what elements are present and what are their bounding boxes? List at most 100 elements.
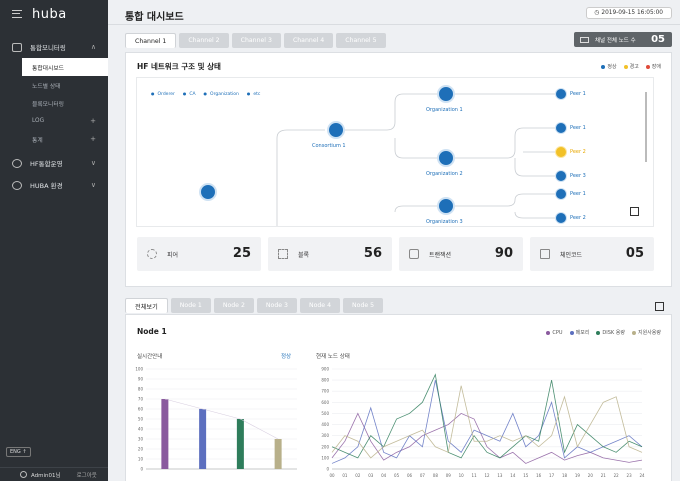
tab-channel-5[interactable]: Channel 5 xyxy=(336,33,386,48)
consortium-node[interactable] xyxy=(327,121,345,139)
language-selector[interactable]: ENG ↑ xyxy=(6,447,31,457)
sidebar-item-label: 통계 xyxy=(32,137,43,144)
tab-node-3[interactable]: Node 3 xyxy=(256,298,297,313)
bar xyxy=(236,419,244,469)
sidebar-item-dashboard[interactable]: 통합대시보드 xyxy=(22,58,108,76)
sidebar-item-log[interactable]: LOG + xyxy=(0,112,108,130)
main-content: 통합 대시보드 ◷ 2019-09-15 16:05:00 Channel 1 … xyxy=(108,0,680,481)
logout-button[interactable]: 로그아웃 xyxy=(77,471,97,479)
network-diagram[interactable]: Orderer CA Organization etc xyxy=(136,77,654,227)
user-bar: Admin01님 로그아웃 xyxy=(0,467,108,481)
legend-label: 메모리 xyxy=(575,330,590,336)
stat-card-block: 블록 56 xyxy=(268,237,392,271)
tab-channel-4[interactable]: Channel 4 xyxy=(283,33,334,48)
x-tick-label: 22 xyxy=(614,473,620,478)
y-tick-label: 40 xyxy=(138,427,144,432)
y-tick-label: 50 xyxy=(138,417,144,422)
x-tick-label: 19 xyxy=(575,473,581,478)
stat-card-transaction: 트랜잭션 90 xyxy=(399,237,523,271)
peer-node[interactable] xyxy=(555,122,567,134)
sidebar-group-label: HUBA 환경 xyxy=(30,182,63,190)
legend-item: 메모리 xyxy=(569,329,590,336)
organization-node[interactable] xyxy=(437,149,455,167)
node-card: Node 1 CPU 메모리 DISK 용량 지원사용량 실시간안내 정상 현재 노드… xyxy=(125,314,672,481)
hamburger-menu-icon[interactable] xyxy=(12,10,22,18)
organization-node[interactable] xyxy=(437,197,455,215)
y-tick-label: 300 xyxy=(321,433,329,438)
expand-plus-icon[interactable]: + xyxy=(90,117,96,125)
expand-plus-icon[interactable]: + xyxy=(90,135,96,143)
peer-node[interactable] xyxy=(555,212,567,224)
page-title: 통합 대시보드 xyxy=(125,12,184,23)
sidebar-group-huba-env[interactable]: HUBA 환경 ∨ xyxy=(0,174,108,196)
legend-swatch xyxy=(569,330,574,335)
bar xyxy=(161,399,169,469)
y-tick-label: 800 xyxy=(321,378,329,383)
gear-icon xyxy=(12,180,22,190)
sidebar-item-label: 블록모니터링 xyxy=(32,101,64,108)
x-tick-label: 10 xyxy=(459,473,465,478)
x-tick-label: 12 xyxy=(484,473,490,478)
legend-normal: 정상 xyxy=(601,63,617,70)
peer-label: Peer 1 xyxy=(570,125,586,131)
y-tick-label: 10 xyxy=(138,457,144,462)
peer-node[interactable] xyxy=(555,170,567,182)
tab-all-nodes[interactable]: 전체보기 xyxy=(125,298,168,313)
peer-node-warning[interactable] xyxy=(555,146,567,158)
fit-screen-icon[interactable] xyxy=(630,207,639,216)
current-status-label: 현재 노드 상태 xyxy=(316,354,350,360)
sidebar-group-hf-operation[interactable]: HF통합운영 ∨ xyxy=(0,152,108,174)
chevron-up-icon: ∧ xyxy=(90,43,96,51)
sidebar-item-node-status[interactable]: 노드별 상태 xyxy=(0,76,108,94)
tab-channel-1[interactable]: Channel 1 xyxy=(125,33,177,48)
y-tick-label: 100 xyxy=(135,367,143,372)
y-tick-label: 80 xyxy=(138,387,144,392)
legend-swatch xyxy=(546,330,551,335)
x-tick-label: 23 xyxy=(627,473,633,478)
legend-label: 지원사용량 xyxy=(637,330,661,336)
peer-node[interactable] xyxy=(555,88,567,100)
tab-node-1[interactable]: Node 1 xyxy=(170,298,211,313)
x-tick-label: 14 xyxy=(510,473,516,478)
maximize-icon[interactable] xyxy=(655,302,664,311)
x-tick-label: 02 xyxy=(355,473,361,478)
sidebar-nav: 통합모니터링 ∧ 통합대시보드 노드별 상태 블록모니터링 LOG + 통계 +… xyxy=(0,36,108,196)
realtime-label: 실시간안내 xyxy=(137,354,163,360)
stat-label: 체인코드 xyxy=(560,252,583,259)
legend-item: 지원사용량 xyxy=(631,329,661,336)
y-tick-label: 30 xyxy=(138,437,144,442)
consortium-label: Consortium 1 xyxy=(312,143,346,149)
organization-label: Organization 2 xyxy=(426,171,463,177)
y-tick-label: 0 xyxy=(140,467,143,472)
y-tick-label: 70 xyxy=(138,397,144,402)
y-tick-label: 400 xyxy=(321,422,329,427)
block-icon xyxy=(278,249,288,259)
x-tick-label: 04 xyxy=(381,473,387,478)
sidebar-item-stats[interactable]: 통계 + xyxy=(0,130,108,148)
tab-node-5[interactable]: Node 5 xyxy=(343,298,384,313)
x-tick-label: 07 xyxy=(420,473,426,478)
stat-value: 90 xyxy=(494,246,513,261)
x-tick-label: 05 xyxy=(394,473,400,478)
bar xyxy=(274,439,282,469)
sidebar-group-label: HF통합운영 xyxy=(30,160,63,168)
sidebar: huba 통합모니터링 ∧ 통합대시보드 노드별 상태 블록모니터링 LOG +… xyxy=(0,0,108,481)
tab-channel-3[interactable]: Channel 3 xyxy=(231,33,281,48)
sidebar-item-label: LOG xyxy=(32,118,45,124)
datetime-text: 2019-09-15 16:05:00 xyxy=(601,10,663,16)
diagram-scrollbar[interactable] xyxy=(645,92,647,162)
tab-node-2[interactable]: Node 2 xyxy=(213,298,254,313)
tab-channel-2[interactable]: Channel 2 xyxy=(179,33,229,48)
organization-node[interactable] xyxy=(437,85,455,103)
tab-node-4[interactable]: Node 4 xyxy=(299,298,341,313)
peer-node[interactable] xyxy=(555,188,567,200)
y-tick-label: 100 xyxy=(321,455,329,460)
sidebar-group-monitoring[interactable]: 통합모니터링 ∧ xyxy=(0,36,108,58)
sidebar-item-block-monitoring[interactable]: 블록모니터링 xyxy=(0,94,108,112)
bar xyxy=(199,409,207,469)
stat-label: 피어 xyxy=(167,252,179,259)
x-tick-label: 13 xyxy=(497,473,503,478)
sidebar-item-label: 노드별 상태 xyxy=(32,83,61,90)
orderer-node[interactable] xyxy=(199,183,217,201)
shield-icon xyxy=(12,158,22,168)
